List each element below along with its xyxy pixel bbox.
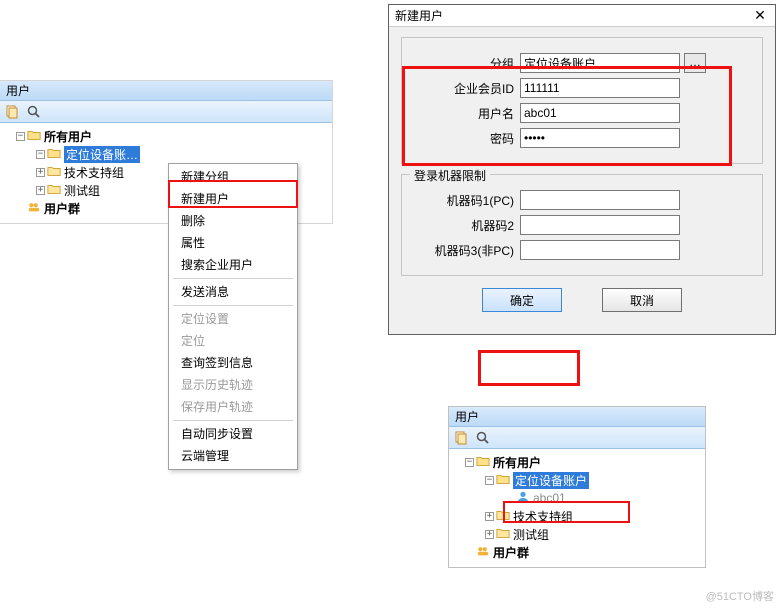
- input-username[interactable]: [520, 103, 680, 123]
- menu-separator: [173, 305, 293, 306]
- tree-label: 测试组: [513, 526, 549, 543]
- expand-toggle[interactable]: −: [465, 458, 474, 467]
- group-icon: [27, 200, 41, 217]
- input-group[interactable]: [520, 53, 680, 73]
- tree-label: 技术支持组: [64, 164, 124, 181]
- label-password: 密码: [410, 130, 520, 147]
- label-machine2: 机器码2: [410, 217, 520, 234]
- panel-toolbar: [0, 101, 332, 123]
- copy-icon[interactable]: [4, 104, 20, 120]
- cancel-button[interactable]: 取消: [602, 288, 682, 312]
- folder-open-icon: [496, 472, 510, 489]
- new-user-dialog: 新建用户 ✕ 分组 … 企业会员ID 用户名 密码: [388, 4, 776, 335]
- panel-toolbar: [449, 427, 705, 449]
- input-password[interactable]: [520, 128, 680, 148]
- menu-separator: [173, 420, 293, 421]
- form-group-main: 分组 … 企业会员ID 用户名 密码: [401, 37, 763, 164]
- folder-icon: [496, 526, 510, 543]
- form-group-restrict: 机器码1(PC) 机器码2 机器码3(非PC): [401, 174, 763, 276]
- folder-icon: [47, 182, 61, 199]
- panel-title: 用户: [0, 81, 332, 101]
- tree-label: 定位设备账户: [513, 472, 589, 489]
- context-menu: 新建分组 新建用户 删除 属性 搜索企业用户 发送消息 定位设置 定位 查询签到…: [168, 163, 298, 470]
- tree-root[interactable]: − 所有用户: [4, 127, 332, 145]
- folder-icon: [496, 508, 510, 525]
- search-icon[interactable]: [26, 104, 42, 120]
- expand-placeholder: [16, 204, 25, 213]
- input-member-id[interactable]: [520, 78, 680, 98]
- copy-icon[interactable]: [453, 430, 469, 446]
- tree-node-locate[interactable]: − 定位设备账户: [453, 471, 705, 489]
- folder-open-icon: [47, 146, 61, 163]
- expand-toggle[interactable]: −: [36, 150, 45, 159]
- tree-label: 测试组: [64, 182, 100, 199]
- group-icon: [476, 544, 490, 561]
- highlight-ok: [478, 350, 580, 386]
- close-icon[interactable]: ✕: [751, 7, 769, 24]
- tree-label: 所有用户: [493, 454, 541, 471]
- tree-user-group[interactable]: 用户群: [453, 543, 705, 561]
- dialog-buttons: 确定 取消: [401, 286, 763, 324]
- folder-open-icon: [27, 128, 41, 145]
- search-icon[interactable]: [475, 430, 491, 446]
- input-machine2[interactable]: [520, 215, 680, 235]
- tree-node-locate[interactable]: − 定位设备账…: [4, 145, 332, 163]
- expand-toggle[interactable]: +: [36, 168, 45, 177]
- input-machine1[interactable]: [520, 190, 680, 210]
- expand-toggle[interactable]: +: [36, 186, 45, 195]
- menu-cloud-mgmt[interactable]: 云端管理: [169, 445, 297, 467]
- menu-new-user[interactable]: 新建用户: [169, 188, 297, 210]
- ok-button[interactable]: 确定: [482, 288, 562, 312]
- menu-search-user[interactable]: 搜索企业用户: [169, 254, 297, 276]
- folder-open-icon: [476, 454, 490, 471]
- label-username: 用户名: [410, 105, 520, 122]
- tree-node-test[interactable]: + 测试组: [453, 525, 705, 543]
- menu-properties[interactable]: 属性: [169, 232, 297, 254]
- expand-toggle[interactable]: −: [485, 476, 494, 485]
- expand-toggle[interactable]: −: [16, 132, 25, 141]
- tree-leaf-user[interactable]: abc01: [453, 489, 705, 507]
- tree-label: 所有用户: [44, 128, 92, 145]
- menu-auto-sync[interactable]: 自动同步设置: [169, 423, 297, 445]
- tree-label: 技术支持组: [513, 508, 573, 525]
- user-tree-small: − 所有用户 − 定位设备账户 abc01 + 技术支持组 + 测试组 用户群: [449, 449, 705, 567]
- dialog-title: 新建用户: [395, 7, 443, 24]
- label-group: 分组: [410, 55, 520, 72]
- tree-label: 用户群: [44, 200, 80, 217]
- expand-placeholder: [465, 548, 474, 557]
- label-machine1: 机器码1(PC): [410, 192, 520, 209]
- expand-placeholder: [505, 494, 514, 503]
- watermark: @51CTO博客: [706, 588, 774, 604]
- tree-label: abc01: [533, 491, 566, 505]
- menu-query-sign[interactable]: 查询签到信息: [169, 352, 297, 374]
- menu-show-track: 显示历史轨迹: [169, 374, 297, 396]
- tree-node-support[interactable]: + 技术支持组: [453, 507, 705, 525]
- tree-label: 定位设备账…: [64, 146, 140, 163]
- user-panel-small: 用户 − 所有用户 − 定位设备账户 abc01 + 技术支持组: [448, 406, 706, 568]
- expand-toggle[interactable]: +: [485, 512, 494, 521]
- menu-save-track: 保存用户轨迹: [169, 396, 297, 418]
- menu-separator: [173, 278, 293, 279]
- menu-loc-settings: 定位设置: [169, 308, 297, 330]
- menu-locate: 定位: [169, 330, 297, 352]
- dialog-titlebar: 新建用户 ✕: [389, 5, 775, 27]
- label-machine3: 机器码3(非PC): [410, 242, 520, 259]
- input-machine3[interactable]: [520, 240, 680, 260]
- menu-send-msg[interactable]: 发送消息: [169, 281, 297, 303]
- panel-title: 用户: [449, 407, 705, 427]
- folder-icon: [47, 164, 61, 181]
- menu-new-group[interactable]: 新建分组: [169, 166, 297, 188]
- tree-label: 用户群: [493, 544, 529, 561]
- label-member-id: 企业会员ID: [410, 80, 520, 97]
- menu-delete[interactable]: 删除: [169, 210, 297, 232]
- browse-button[interactable]: …: [684, 53, 706, 73]
- user-icon: [516, 490, 530, 507]
- expand-toggle[interactable]: +: [485, 530, 494, 539]
- tree-root[interactable]: − 所有用户: [453, 453, 705, 471]
